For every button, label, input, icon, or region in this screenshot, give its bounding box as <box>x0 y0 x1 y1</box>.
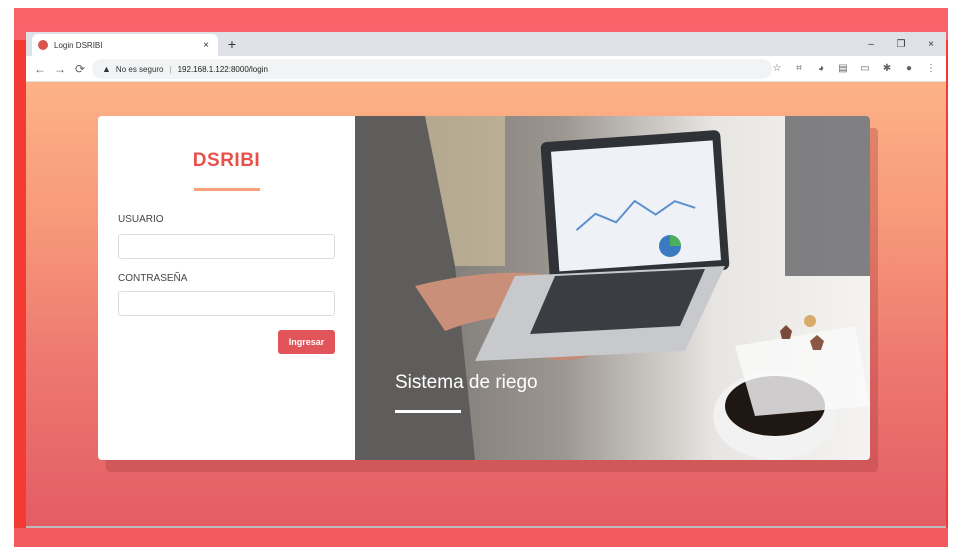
minimize-button[interactable]: – <box>856 39 886 50</box>
page-viewport: DSRIBI USUARIO CONTRASEÑA Ingresar Siste… <box>26 82 946 528</box>
warning-triangle-icon[interactable]: ▲ <box>102 64 111 74</box>
browser-toolbar: ← → ⟳ ▲ No es seguro | 192.168.1.122:800… <box>26 56 946 82</box>
brand-logo: DSRIBI <box>192 150 261 171</box>
reader-icon[interactable]: ▤ <box>832 61 854 77</box>
username-label: USUARIO <box>118 214 164 225</box>
star-icon[interactable]: ☆ <box>766 61 788 77</box>
menu-icon[interactable]: ⋮ <box>920 61 942 77</box>
back-icon[interactable]: ← <box>32 61 48 77</box>
tab-bar: Login DSRIBI × + – ❐ × <box>26 32 946 56</box>
tab-close-icon[interactable]: × <box>200 40 212 51</box>
url-text[interactable]: 192.168.1.122:8000/login <box>178 65 268 74</box>
reload-icon[interactable]: ⟳ <box>72 61 88 77</box>
address-separator: | <box>169 64 172 74</box>
login-card: DSRIBI USUARIO CONTRASEÑA Ingresar Siste… <box>98 116 870 460</box>
address-bar[interactable]: ▲ No es seguro | 192.168.1.122:8000/logi… <box>92 59 772 79</box>
password-label: CONTRASEÑA <box>118 273 188 284</box>
restore-button[interactable]: ❐ <box>886 39 916 50</box>
hero-image: Sistema de riego <box>355 116 870 460</box>
password-input[interactable] <box>118 291 335 316</box>
tab-login[interactable]: Login DSRIBI × <box>32 34 218 56</box>
media-icon[interactable]: ▭ <box>854 61 876 77</box>
login-button[interactable]: Ingresar <box>278 330 335 354</box>
tab-title: Login DSRIBI <box>54 40 103 50</box>
hero-title: Sistema de riego <box>395 372 538 393</box>
viewport-bottom-edge <box>26 526 946 528</box>
login-form-panel: DSRIBI USUARIO CONTRASEÑA Ingresar <box>98 116 355 460</box>
window-controls: – ❐ × <box>856 32 946 56</box>
profile-icon[interactable]: ● <box>898 61 920 77</box>
close-window-button[interactable]: × <box>916 39 946 50</box>
toolbar-icons: ☆ ⌗ ◕ ▤ ▭ ✱ ● ⋮ <box>766 61 942 77</box>
new-tab-button[interactable]: + <box>224 36 240 52</box>
username-input[interactable] <box>118 234 335 259</box>
puzzle-icon[interactable]: ✱ <box>876 61 898 77</box>
favicon-icon <box>38 40 48 50</box>
brand-underline <box>194 188 260 191</box>
browser-window: Login DSRIBI × + – ❐ × ← → ⟳ ▲ No es seg… <box>26 32 946 528</box>
hero-illustration <box>355 116 870 460</box>
screenshot-icon[interactable]: ⌗ <box>788 61 810 77</box>
forward-icon[interactable]: → <box>52 61 68 77</box>
hero-underline <box>395 410 461 413</box>
security-status[interactable]: No es seguro <box>116 65 164 74</box>
extension-icon[interactable]: ◕ <box>810 61 832 77</box>
